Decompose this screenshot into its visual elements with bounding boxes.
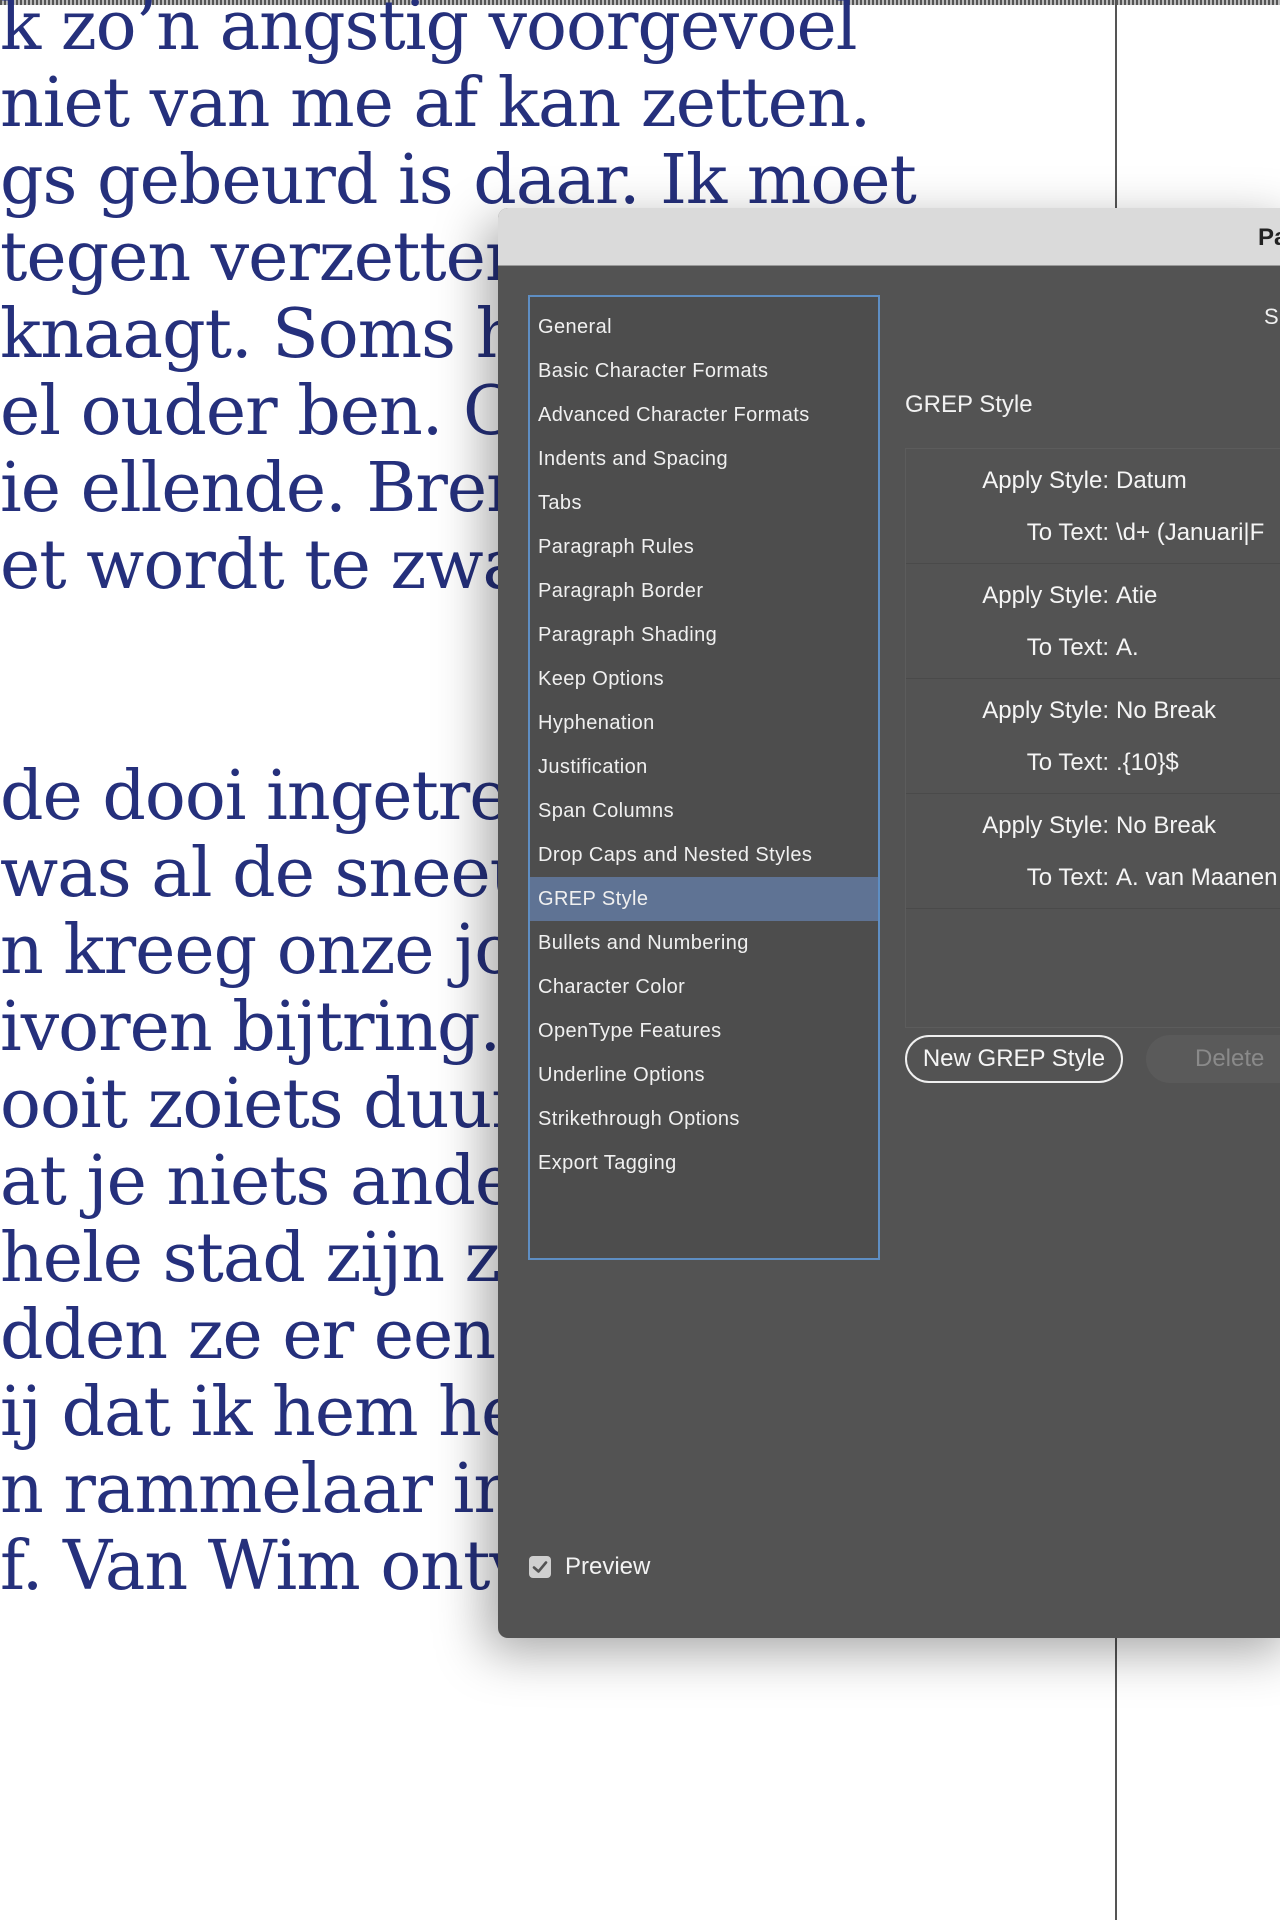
category-list[interactable]: General Basic Character Formats Advanced C… — [528, 295, 880, 1260]
preview-label: Preview — [565, 1553, 651, 1580]
category-item[interactable]: Bullets and Numbering — [530, 921, 878, 965]
apply-style-value[interactable]: No Break — [1116, 697, 1216, 725]
dialog-title: Pa — [1258, 224, 1280, 251]
paragraph-style-dialog: Pa GeneralBasic Character FormatsAdvance… — [498, 208, 1280, 1638]
category-item[interactable]: Basic Character Formats — [530, 349, 878, 393]
category-item[interactable]: Paragraph Rules — [530, 525, 878, 569]
category-item[interactable]: Keep Options — [530, 657, 878, 701]
category-item[interactable]: Indents and Spacing — [530, 437, 878, 481]
grep-rule[interactable]: Apply Style: No Break To Text: .{10}$ — [906, 679, 1280, 794]
category-item[interactable]: Paragraph Border — [530, 569, 878, 613]
category-item[interactable]: Drop Caps and Nested Styles — [530, 833, 878, 877]
grep-rule[interactable]: Apply Style: Atie To Text: A. — [906, 564, 1280, 679]
category-item[interactable]: Tabs — [530, 481, 878, 525]
apply-style-label: Apply Style: — [982, 697, 1109, 724]
category-item[interactable]: Advanced Character Formats — [530, 393, 878, 437]
apply-style-label: Apply Style: — [982, 812, 1109, 839]
category-item[interactable]: Strikethrough Options — [530, 1097, 878, 1141]
delete-button[interactable]: Delete — [1146, 1035, 1280, 1083]
category-item[interactable]: Hyphenation — [530, 701, 878, 745]
apply-style-value[interactable]: No Break — [1116, 812, 1216, 840]
category-item[interactable]: General — [530, 305, 878, 349]
to-text-label: To Text: — [1026, 519, 1109, 546]
category-item[interactable]: Span Columns — [530, 789, 878, 833]
panel-header-fragment: S — [1264, 304, 1279, 329]
to-text-label: To Text: — [1026, 749, 1109, 776]
category-item[interactable]: OpenType Features — [530, 1009, 878, 1053]
checkbox-checked-icon[interactable] — [529, 1556, 551, 1578]
category-item[interactable]: GREP Style — [530, 877, 878, 921]
category-item[interactable]: Export Tagging — [530, 1141, 878, 1185]
apply-style-label: Apply Style: — [982, 467, 1109, 494]
apply-style-value[interactable]: Datum — [1116, 467, 1187, 495]
to-text-value[interactable]: A. — [1116, 634, 1139, 662]
to-text-value[interactable]: A. van Maanen — [1116, 864, 1277, 892]
to-text-label: To Text: — [1026, 634, 1109, 661]
to-text-value[interactable]: .{10}$ — [1116, 749, 1179, 777]
to-text-value[interactable]: \d+ (Januari|F — [1116, 519, 1264, 547]
category-item[interactable]: Character Color — [530, 965, 878, 1009]
panel-title: GREP Style — [905, 391, 1033, 418]
dialog-titlebar[interactable]: Pa — [498, 208, 1280, 266]
apply-style-value[interactable]: Atie — [1116, 582, 1157, 610]
new-grep-style-button[interactable]: New GREP Style — [905, 1035, 1123, 1083]
grep-rule[interactable]: Apply Style: Datum To Text: \d+ (Januari|F — [906, 449, 1280, 564]
to-text-label: To Text: — [1026, 864, 1109, 891]
grep-style-list[interactable]: Apply Style: Datum To Text: \d+ (Januari|F A… — [905, 448, 1280, 1028]
apply-style-label: Apply Style: — [982, 582, 1109, 609]
category-item[interactable]: Underline Options — [530, 1053, 878, 1097]
category-item[interactable]: Justification — [530, 745, 878, 789]
grep-rule[interactable]: Apply Style: No Break To Text: A. van Maane… — [906, 794, 1280, 909]
category-item[interactable]: Paragraph Shading — [530, 613, 878, 657]
